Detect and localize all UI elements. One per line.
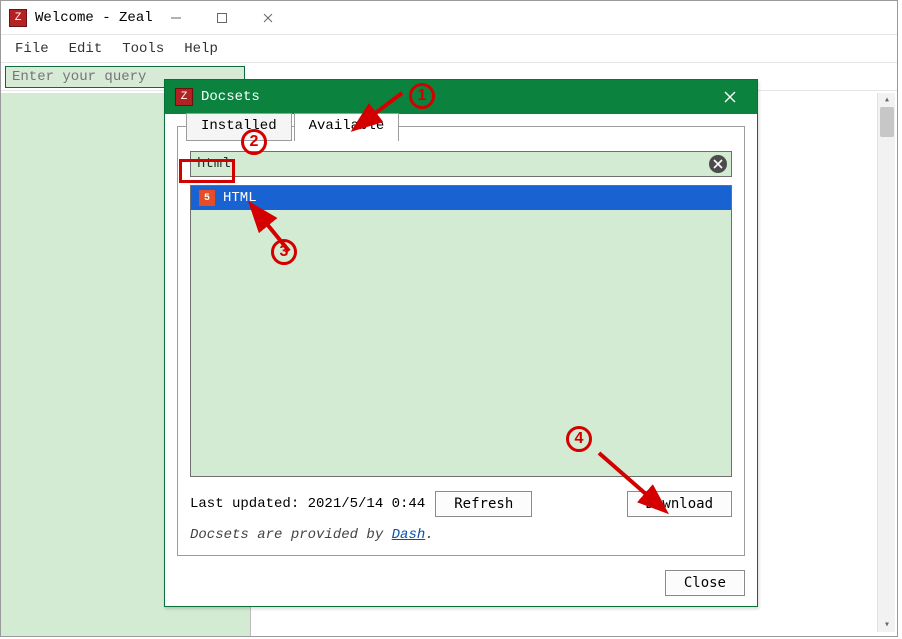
dialog-titlebar: Z Docsets <box>165 80 757 114</box>
last-updated-text: Last updated: 2021/5/14 0:44 <box>190 496 425 512</box>
docset-filter-value: html <box>197 156 709 172</box>
html5-icon: 5 <box>199 190 215 206</box>
dash-link[interactable]: Dash <box>392 527 426 543</box>
minimize-button[interactable] <box>153 3 199 33</box>
window-title: Welcome - Zeal <box>35 10 153 26</box>
tab-available[interactable]: Available <box>294 113 400 141</box>
status-row: Last updated: 2021/5/14 0:44 Refresh Dow… <box>190 491 732 517</box>
maximize-button[interactable] <box>199 3 245 33</box>
tabs: Installed Available <box>186 113 732 141</box>
dialog-title: Docsets <box>201 89 709 105</box>
app-icon: Z <box>175 88 193 106</box>
dialog-footer: Close <box>177 570 745 596</box>
footnote-text: Docsets are provided by <box>190 527 392 543</box>
clear-icon[interactable] <box>709 155 727 173</box>
menu-help[interactable]: Help <box>176 39 226 59</box>
close-dialog-button[interactable]: Close <box>665 570 745 596</box>
tab-installed[interactable]: Installed <box>186 113 292 141</box>
refresh-button[interactable]: Refresh <box>435 491 532 517</box>
dialog-body: Installed Available html 5 HTML Last upd… <box>177 126 745 556</box>
docset-result-list[interactable]: 5 HTML <box>190 185 732 477</box>
menu-tools[interactable]: Tools <box>114 39 172 59</box>
list-item[interactable]: 5 HTML <box>191 186 731 210</box>
footnote-period: . <box>425 527 433 543</box>
menu-file[interactable]: File <box>7 39 57 59</box>
download-button[interactable]: Download <box>627 491 732 517</box>
menu-bar: File Edit Tools Help <box>1 35 897 63</box>
app-icon: Z <box>9 9 27 27</box>
scroll-thumb[interactable] <box>880 107 894 137</box>
close-button[interactable] <box>245 3 291 33</box>
vertical-scrollbar[interactable]: ▴ ▾ <box>877 93 895 632</box>
scroll-up-icon[interactable]: ▴ <box>878 93 896 107</box>
main-window: Z Welcome - Zeal File Edit Tools Help ▴ … <box>0 0 898 637</box>
menu-edit[interactable]: Edit <box>61 39 111 59</box>
docset-filter-input[interactable]: html <box>190 151 732 177</box>
list-item-label: HTML <box>223 190 257 206</box>
docsets-dialog: Z Docsets Installed Available html <box>164 79 758 607</box>
scroll-down-icon[interactable]: ▾ <box>878 618 896 632</box>
dialog-close-button[interactable] <box>709 83 751 111</box>
footnote: Docsets are provided by Dash. <box>190 527 732 543</box>
main-titlebar: Z Welcome - Zeal <box>1 1 897 35</box>
